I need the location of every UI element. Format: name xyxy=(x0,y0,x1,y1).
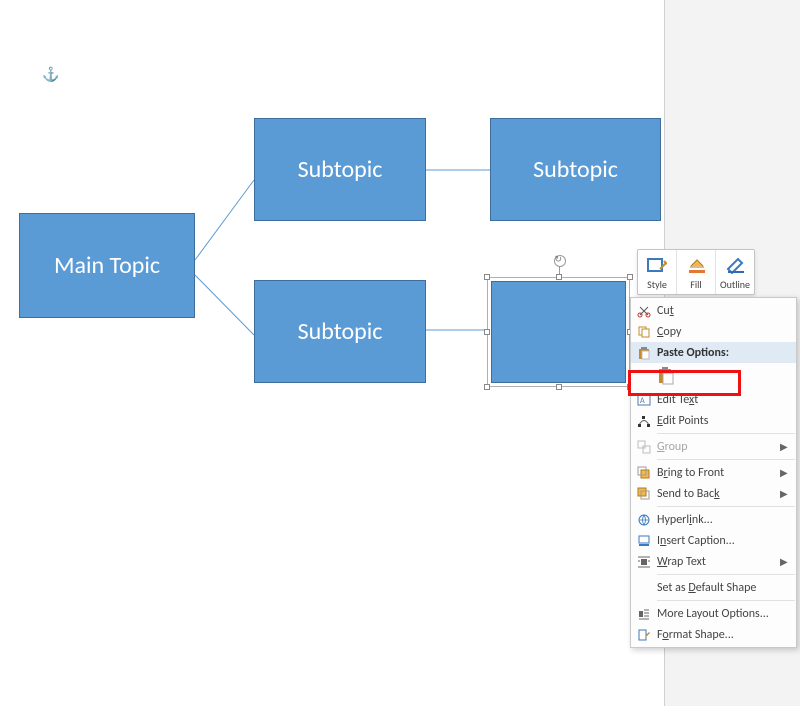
shape-label: Subtopic xyxy=(533,155,618,184)
paste-options-label: Paste Options: xyxy=(657,346,780,360)
hyperlink-icon xyxy=(631,513,657,527)
paste-picture-icon xyxy=(657,366,677,386)
menu-insert-caption[interactable]: Insert Caption... xyxy=(631,530,796,551)
fill-icon xyxy=(686,254,706,276)
fill-label: Fill xyxy=(690,278,701,291)
menu-separator xyxy=(657,459,795,460)
menu-edit-points[interactable]: Edit Points xyxy=(631,410,796,431)
resize-handle-nw[interactable] xyxy=(484,274,490,280)
anchor-icon: ⚓ xyxy=(42,66,59,83)
menu-more-layout[interactable]: More Layout Options... xyxy=(631,603,796,624)
outline-button[interactable]: Outline xyxy=(715,250,754,294)
shape-label: Main Topic xyxy=(54,251,160,280)
shape-subtopic[interactable]: Subtopic xyxy=(490,118,661,221)
menu-paste-option[interactable] xyxy=(631,363,796,389)
menu-format-shape[interactable]: Format Shape... xyxy=(631,624,796,645)
shape-label: Subtopic xyxy=(298,317,383,346)
resize-handle-w[interactable] xyxy=(484,329,490,335)
menu-copy[interactable]: Copy xyxy=(631,321,796,342)
edit-points-icon xyxy=(631,414,657,428)
menu-set-default-shape[interactable]: Set as Default Shape xyxy=(631,577,796,598)
bring-to-front-icon xyxy=(631,466,657,480)
resize-handle-ne[interactable] xyxy=(627,274,633,280)
style-button[interactable]: Style xyxy=(638,250,676,294)
menu-cut[interactable]: Cut xyxy=(631,300,796,321)
shape-subtopic-selected[interactable] xyxy=(491,281,626,383)
menu-separator xyxy=(657,600,795,601)
wrap-text-icon xyxy=(631,555,657,569)
shape-subtopic[interactable]: Subtopic xyxy=(254,280,426,383)
menu-send-to-back[interactable]: Send to Back▶ xyxy=(631,483,796,504)
edit-text-icon: A xyxy=(631,393,657,407)
group-icon xyxy=(631,440,657,454)
shape-subtopic[interactable]: Subtopic xyxy=(254,118,426,221)
copy-icon xyxy=(631,325,657,339)
menu-bring-to-front[interactable]: Bring to Front▶ xyxy=(631,462,796,483)
paste-options-icon xyxy=(631,346,657,360)
format-shape-icon xyxy=(631,628,657,642)
menu-separator xyxy=(657,433,795,434)
svg-text:A: A xyxy=(640,396,645,406)
more-layout-icon xyxy=(631,607,657,621)
menu-hyperlink[interactable]: Hyperlink... xyxy=(631,509,796,530)
resize-handle-sw[interactable] xyxy=(484,384,490,390)
outline-icon xyxy=(725,254,745,276)
outline-label: Outline xyxy=(720,278,750,291)
fill-button[interactable]: Fill xyxy=(676,250,715,294)
cut-icon xyxy=(631,304,657,318)
rotate-handle[interactable] xyxy=(554,255,566,267)
menu-edit-text[interactable]: A Edit Text xyxy=(631,389,796,410)
menu-separator xyxy=(657,506,795,507)
menu-paste-options-header: Paste Options: xyxy=(631,342,796,363)
style-icon xyxy=(647,254,667,276)
shape-mini-toolbar: Style Fill Outline xyxy=(637,249,755,295)
shape-label: Subtopic xyxy=(298,155,383,184)
menu-wrap-text[interactable]: Wrap Text▶ xyxy=(631,551,796,572)
shape-main-topic[interactable]: Main Topic xyxy=(19,213,195,318)
send-to-back-icon xyxy=(631,487,657,501)
resize-handle-n[interactable] xyxy=(556,274,562,280)
shape-surface[interactable] xyxy=(491,281,626,383)
document-canvas[interactable]: ⚓ Main Topic Subtopic Subtopic Subtopic xyxy=(0,0,664,706)
resize-handle-s[interactable] xyxy=(556,384,562,390)
context-menu: Cut Copy Paste Options: A Edit Text Edit… xyxy=(630,297,797,648)
style-label: Style xyxy=(647,278,667,291)
insert-caption-icon xyxy=(631,534,657,548)
menu-separator xyxy=(657,574,795,575)
menu-group: Group▶ xyxy=(631,436,796,457)
